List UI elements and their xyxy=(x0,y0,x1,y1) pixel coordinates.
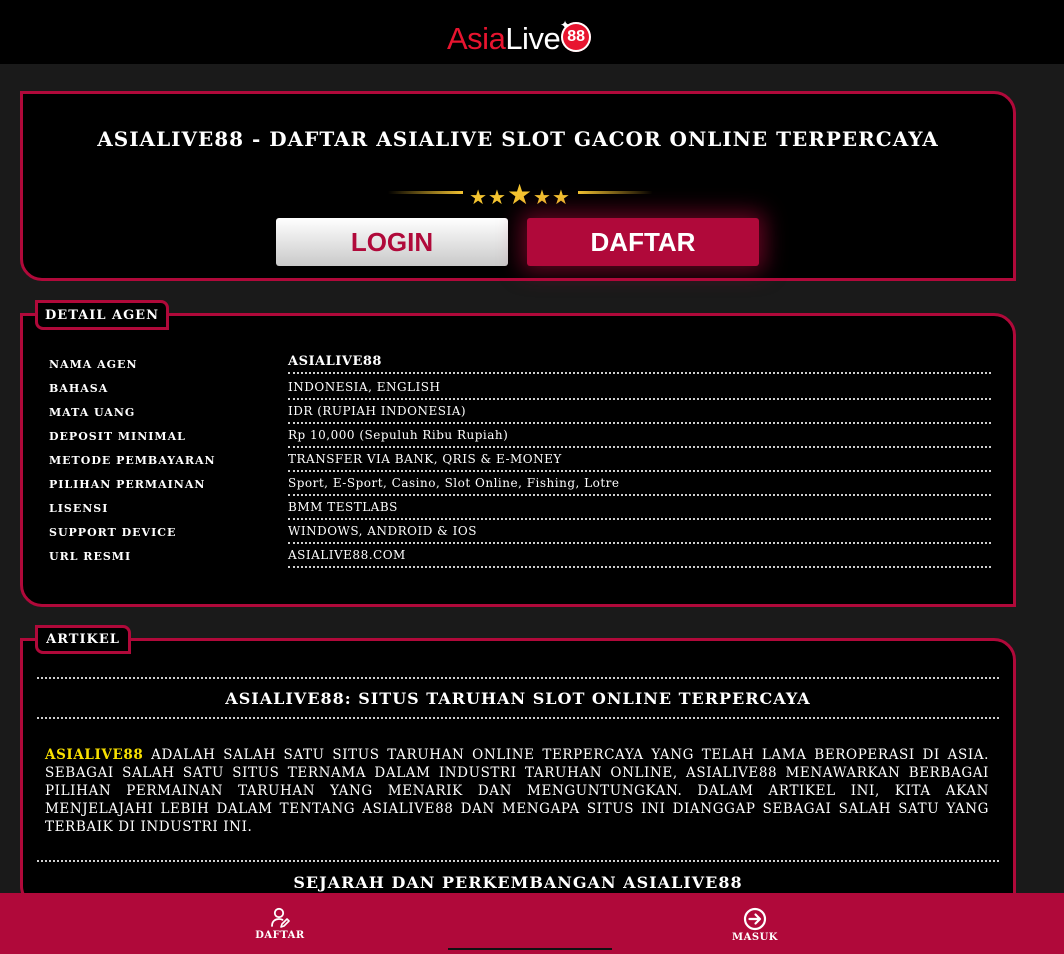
dotted-divider xyxy=(37,677,999,679)
bottom-nav: DAFTAR MASUK xyxy=(0,893,1064,954)
article-paragraph: ASIALIVE88 ADALAH SALAH SATU SITUS TARUH… xyxy=(45,746,989,836)
star-icons: ★★★★★ xyxy=(469,178,571,211)
nav-masuk[interactable]: MASUK xyxy=(715,907,795,943)
article-highlight-link[interactable]: ASIALIVE88 xyxy=(45,747,143,763)
divider-line-left xyxy=(388,191,463,194)
detail-label: SUPPORT DEVICE xyxy=(49,526,177,539)
detail-row: METODE PEMBAYARAN TRANSFER VIA BANK, QRI… xyxy=(49,447,991,472)
article-heading: ASIALIVE88: SITUS TARUHAN SLOT ONLINE TE… xyxy=(225,689,811,708)
detail-label: LISENSI xyxy=(49,502,109,515)
asialive88-logo[interactable]: Asia Live 88 ✦ xyxy=(447,18,592,60)
detail-row: URL RESMI ASIALIVE88.COM xyxy=(49,543,991,568)
article-intro-text: ADALAH SALAH SATU SITUS TARUHAN ONLINE T… xyxy=(45,747,989,835)
login-button[interactable]: LOGIN xyxy=(276,218,508,266)
divider-line-right xyxy=(578,191,653,194)
nav-daftar-label: DAFTAR xyxy=(255,930,305,941)
dotted-divider xyxy=(37,860,999,862)
detail-value: Sport, E-Sport, Casino, Slot Online, Fis… xyxy=(288,476,991,496)
detail-value: IDR (RUPIAH INDONESIA) xyxy=(288,404,991,424)
home-indicator xyxy=(448,948,612,950)
detail-label: URL RESMI xyxy=(49,550,132,563)
detail-value: WINDOWS, ANDROID & IOS xyxy=(288,524,991,544)
detail-label: METODE PEMBAYARAN xyxy=(49,454,216,467)
login-arrow-icon xyxy=(743,907,767,931)
detail-label: PILIHAN PERMAINAN xyxy=(49,478,206,491)
detail-row: PILIHAN PERMAINAN Sport, E-Sport, Casino… xyxy=(49,471,991,496)
detail-agen-panel: NAMA AGEN ASIALIVE88 BAHASA INDONESIA, E… xyxy=(20,313,1016,607)
detail-value: TRANSFER VIA BANK, QRIS & E-MONEY xyxy=(288,452,991,472)
dotted-divider xyxy=(37,717,999,719)
detail-value: Rp 10,000 (Sepuluh Ribu Rupiah) xyxy=(288,428,991,448)
article-subheading: SEJARAH DAN PERKEMBANGAN ASIALIVE88 xyxy=(293,873,743,892)
detail-value: ASIALIVE88 xyxy=(288,354,991,374)
detail-row: BAHASA INDONESIA, ENGLISH xyxy=(49,375,991,400)
page-title: ASIALIVE88 - DAFTAR ASIALIVE SLOT GACOR … xyxy=(97,127,939,151)
detail-label: DEPOSIT MINIMAL xyxy=(49,430,186,443)
detail-row: SUPPORT DEVICE WINDOWS, ANDROID & IOS xyxy=(49,519,991,544)
hero-panel: ASIALIVE88 - DAFTAR ASIALIVE SLOT GACOR … xyxy=(20,91,1016,281)
nav-masuk-label: MASUK xyxy=(732,932,778,943)
logo-text-live: Live xyxy=(505,21,561,56)
detail-row: MATA UANG IDR (RUPIAH INDONESIA) xyxy=(49,399,991,424)
detail-value: ASIALIVE88.COM xyxy=(288,548,991,568)
user-edit-icon xyxy=(271,907,290,928)
rating-stars: ★★★★★ xyxy=(388,178,653,211)
detail-row: LISENSI BMM TESTLABS xyxy=(49,495,991,520)
top-bar: Asia Live 88 ✦ xyxy=(0,0,1064,64)
detail-value: INDONESIA, ENGLISH xyxy=(288,380,991,400)
artikel-panel: ASIALIVE88: SITUS TARUHAN SLOT ONLINE TE… xyxy=(20,638,1016,908)
detail-label: BAHASA xyxy=(49,382,109,395)
sparkle-icon: ✦ xyxy=(560,18,571,32)
detail-label: NAMA AGEN xyxy=(49,358,138,371)
detail-row: NAMA AGEN ASIALIVE88 xyxy=(49,351,991,375)
detail-agen-tab: DETAIL AGEN xyxy=(35,300,169,330)
artikel-tab: ARTIKEL xyxy=(35,625,131,654)
nav-daftar[interactable]: DAFTAR xyxy=(240,907,320,941)
logo-text-asia: Asia xyxy=(447,21,506,56)
detail-row: DEPOSIT MINIMAL Rp 10,000 (Sepuluh Ribu … xyxy=(49,423,991,448)
detail-label: MATA UANG xyxy=(49,406,136,419)
detail-value: BMM TESTLABS xyxy=(288,500,991,520)
daftar-button[interactable]: DAFTAR xyxy=(527,218,759,266)
